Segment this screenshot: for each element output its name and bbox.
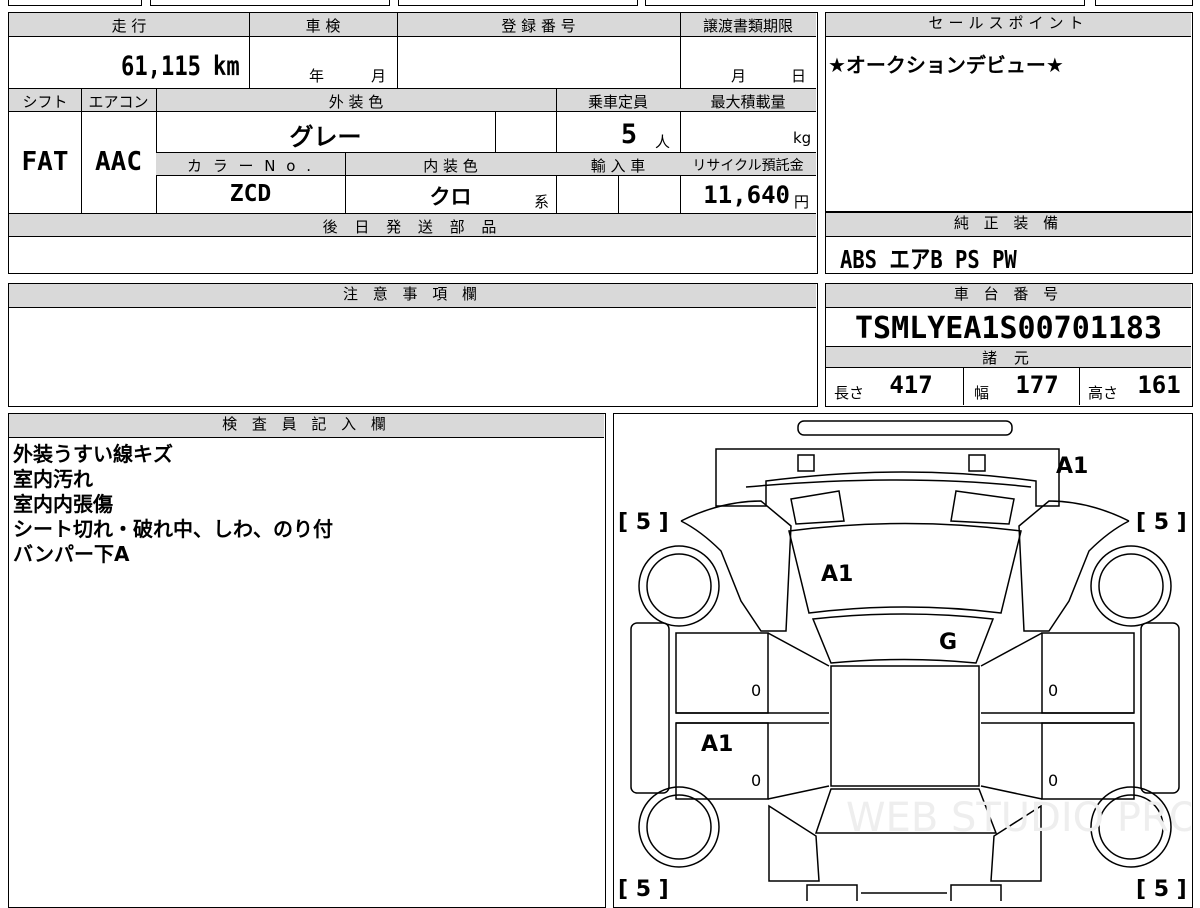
inspector-line: 外装うすい線キズ (13, 442, 173, 466)
sales-point-text: ★オークションデビュー★ (828, 53, 1064, 77)
vehicle-info-box: 走 行 車 検 登 録 番 号 譲渡書類期限 61,115 km 年 月 月 日… (8, 12, 818, 274)
tire-rating-front-right: [ 5 ] (1136, 510, 1187, 535)
int-color-suffix: 系 (534, 193, 550, 211)
registration-label: 登 録 番 号 (501, 17, 576, 35)
color-no-label: カ ラ ー N o . (186, 157, 314, 175)
inspector-box: 検 査 員 記 入 欄 外装うすい線キズ 室内汚れ 室内内張傷 シート切れ・破れ… (8, 413, 606, 908)
damage-mark-rear-door-left: A1 (701, 732, 733, 757)
panel-value-rear-door-right: 0 (1048, 771, 1058, 790)
ext-color-label: 外 装 色 (328, 93, 384, 111)
inspector-line: バンパー下A (13, 542, 130, 566)
shift-label: シフト (22, 93, 68, 111)
height-value: 161 (1137, 371, 1181, 399)
int-color-label: 内 装 色 (423, 157, 478, 175)
tire-rating-rear-right: [ 5 ] (1136, 877, 1187, 901)
int-color-value: クロ (429, 185, 472, 209)
inspection-month: 月 (371, 67, 387, 85)
import-label: 輸 入 車 (590, 157, 646, 175)
inspection-year: 年 (309, 67, 325, 85)
caution-box: 注 意 事 項 欄 (8, 283, 818, 407)
panel-value-rear-door-left: 0 (751, 771, 761, 790)
panel-value-front-door-left: 0 (751, 681, 761, 700)
height-label: 高さ (1088, 384, 1119, 402)
length-label: 長さ (834, 384, 865, 402)
panel-value-front-door-right: 0 (1048, 681, 1058, 700)
chassis-label: 車 台 番 号 (826, 284, 1191, 308)
chassis-number: TSMLYEA1S00701183 (854, 311, 1163, 346)
aircon-value: AAC (95, 147, 142, 177)
mileage-label: 走 行 (111, 17, 147, 35)
equipment-box: 純 正 装 備 ABS エアB PS PW (825, 212, 1193, 274)
max-load-unit: kg (793, 129, 812, 147)
spec-label: 諸 元 (982, 349, 1035, 367)
damage-mark-roof: G (939, 630, 957, 655)
inspection-label: 車 検 (305, 17, 341, 35)
recycle-unit: 円 (794, 193, 810, 211)
damage-mark-windshield: A1 (821, 562, 853, 587)
inspector-line: シート切れ・破れ中、しわ、のり付 (13, 517, 333, 541)
shift-value: FAT (21, 147, 69, 177)
transfer-month: 月 (731, 67, 747, 85)
capacity-value: 5 (620, 119, 638, 150)
inspector-label: 検 査 員 記 入 欄 (9, 414, 604, 438)
transfer-day: 日 (791, 67, 807, 85)
transfer-deadline-label: 譲渡書類期限 (702, 17, 793, 35)
car-damage-diagram: WEB STUDIO PRO [ 5 ] [ 5 ] [ 5 ] [ 5 ] A… (613, 413, 1193, 908)
mileage-value: 61,115 (121, 51, 201, 82)
mileage-unit: km (213, 51, 240, 82)
car-outline-svg: WEB STUDIO PRO [ 5 ] [ 5 ] [ 5 ] [ 5 ] A… (618, 420, 1191, 901)
ext-color-value: グレー (289, 123, 362, 151)
inspector-line: 室内内張傷 (13, 492, 113, 516)
tire-rating-rear-left: [ 5 ] (618, 877, 669, 901)
damage-mark-front-bumper: A1 (1056, 454, 1088, 479)
aircon-label: エアコン (88, 93, 149, 111)
color-no-value: ZCD (229, 181, 272, 207)
sales-point-label: セールスポイント (826, 13, 1191, 37)
max-load-label: 最大積載量 (710, 93, 786, 111)
top-strip (0, 0, 1200, 6)
equipment-label: 純 正 装 備 (826, 213, 1191, 237)
inspector-line: 室内汚れ (13, 467, 93, 491)
tire-rating-front-left: [ 5 ] (618, 510, 669, 535)
recycle-value: 11,640 (703, 181, 790, 209)
capacity-unit: 人 (655, 133, 671, 151)
caution-label: 注 意 事 項 欄 (9, 284, 816, 308)
recycle-label: リサイクル預託金 (692, 158, 804, 174)
length-value: 417 (889, 371, 933, 399)
chassis-box: 車 台 番 号 TSMLYEA1S00701183 諸 元 長さ 417 幅 1… (825, 283, 1193, 407)
later-parts-label: 後 日 発 送 部 品 (322, 218, 503, 236)
capacity-label: 乗車定員 (587, 93, 648, 111)
width-label: 幅 (974, 384, 990, 402)
sales-point-box: セールスポイント ★オークションデビュー★ (825, 12, 1193, 212)
width-value: 177 (1015, 371, 1059, 399)
watermark: WEB STUDIO PRO (846, 795, 1191, 841)
equipment-text: ABS エアB PS PW (840, 245, 1017, 274)
